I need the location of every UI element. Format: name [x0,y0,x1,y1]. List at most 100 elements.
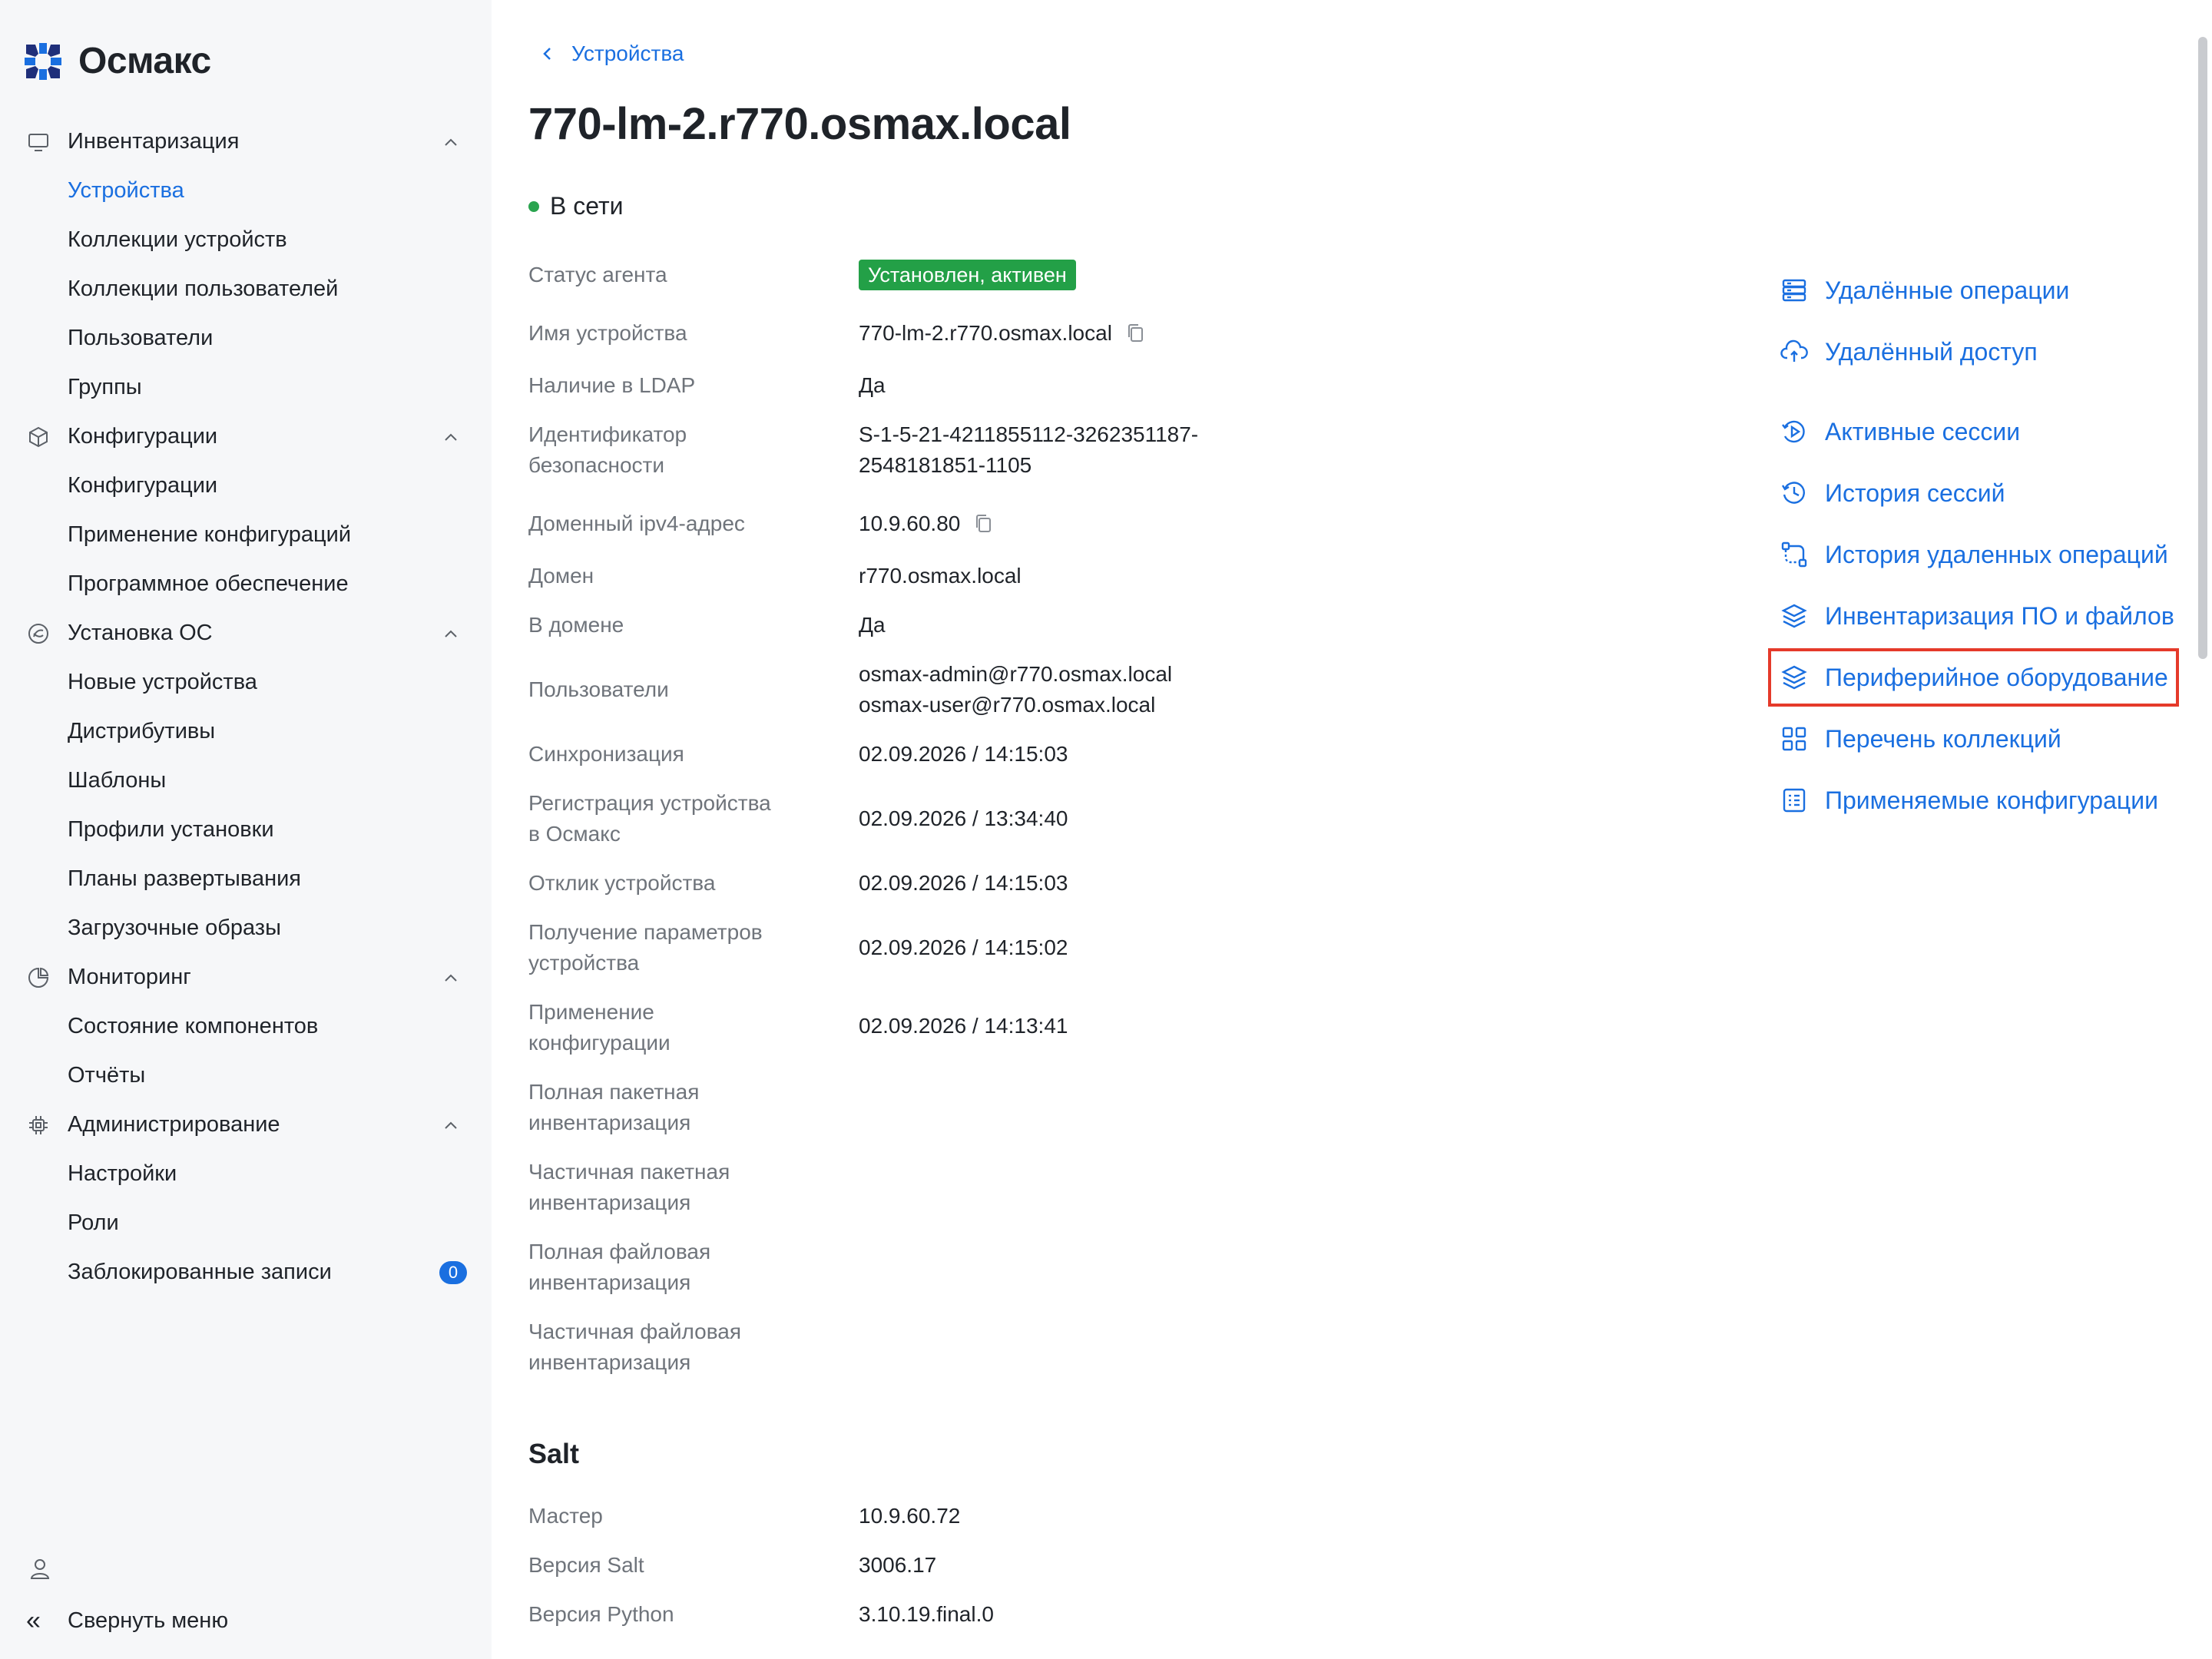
action-label: Перечень коллекций [1825,724,2061,753]
breadcrumb-back-link[interactable]: Устройства [539,41,684,66]
field-label: Наличие в LDAP [528,373,696,397]
field-label-line: Идентификатор [528,422,687,446]
user-profile-icon[interactable] [26,1555,54,1583]
field-value: Установлен, активен [859,260,1396,290]
registration-value: 02.09.2026 / 13:34:40 [859,806,1068,830]
field-label-line: Полная файловая [528,1240,711,1263]
flow-icon [1779,539,1810,570]
copy-icon[interactable] [974,513,994,535]
sidebar-item-groups[interactable]: Группы [0,363,492,412]
action-label: Удалённый доступ [1825,337,2038,366]
action-software-files-inventory[interactable]: Инвентаризация ПО и файлов [1779,598,2174,634]
field-label: Частичная пакетная инвентаризация [528,1157,820,1218]
nav-group-monitoring[interactable]: Мониторинг [0,952,492,1002]
sidebar-item-boot-images[interactable]: Загрузочные образы [0,903,492,952]
action-session-history[interactable]: История сессий [1779,475,2005,512]
sidebar-item-install-profiles[interactable]: Профили установки [0,805,492,854]
field-value: osmax-admin@r770.osmax.local osmax-user@… [859,659,1396,720]
field-label-line: Применение [528,1000,654,1024]
field-label-line: безопасности [528,453,665,477]
sidebar-item-users[interactable]: Пользователи [0,313,492,363]
action-label: Удалённые операции [1825,276,2070,304]
field-label-line: инвентаризация [528,1270,691,1294]
sidebar-nav: Инвентаризация Устройства Коллекции устр… [0,117,492,1296]
nav-group-configurations[interactable]: Конфигурации [0,412,492,461]
sidebar-item-templates[interactable]: Шаблоны [0,756,492,805]
config-list-icon [1779,785,1810,816]
field-label-line: устройства [528,951,640,975]
action-label: История удаленных операций [1825,540,2168,568]
salt-master-value: 10.9.60.72 [859,1504,961,1528]
action-collections-list[interactable]: Перечень коллекций [1779,720,2061,757]
nav-group-administration[interactable]: Администрирование [0,1100,492,1149]
cpu-icon [26,1113,51,1137]
sidebar-item-blocked-records[interactable]: Заблокированные записи 0 [0,1247,492,1296]
field-label: Регистрация устройства в Осмакс [528,788,820,849]
cloud-access-icon [1779,336,1810,367]
action-remote-access[interactable]: Удалённый доступ [1779,333,2038,370]
action-peripheral-equipment[interactable]: Периферийное оборудование [1768,648,2179,707]
field-label: Полная файловая инвентаризация [528,1237,820,1298]
monitor-icon [26,130,51,154]
action-remote-operations[interactable]: Удалённые операции [1779,272,2069,309]
ipv4-value: 10.9.60.80 [859,512,961,535]
app-name: Осмакс [78,41,211,81]
sidebar: Осмакс Инвентаризация Устройства Коллекц… [0,0,492,1659]
sidebar-item-deployment-plans[interactable]: Планы развертывания [0,854,492,903]
action-remote-operations-history[interactable]: История удаленных операций [1779,536,2168,573]
sidebar-item-software[interactable]: Программное обеспечение [0,559,492,608]
sidebar-item-roles[interactable]: Роли [0,1198,492,1247]
page-title: 770-lm-2.r770.osmax.local [528,99,1071,149]
nav-group-label: Администрирование [68,1111,280,1137]
field-label: Полная пакетная инвентаризация [528,1077,820,1138]
apply-config-value: 02.09.2026 / 14:13:41 [859,1014,1068,1038]
action-active-sessions[interactable]: Активные сессии [1779,413,2020,450]
sidebar-item-component-status[interactable]: Состояние компонентов [0,1002,492,1051]
field-label: Статус агента [528,263,667,286]
domain-value: r770.osmax.local [859,564,1022,588]
field-label: Синхронизация [528,742,684,766]
ldap-value: Да [859,373,886,397]
field-label: Применение конфигурации [528,997,820,1058]
sidebar-item-devices[interactable]: Устройства [0,166,492,215]
chevron-up-icon [445,138,457,146]
sidebar-item-configurations[interactable]: Конфигурации [0,461,492,510]
pie-chart-icon [26,965,51,990]
nav-group-inventory[interactable]: Инвентаризация [0,117,492,166]
field-label-line: Получение параметров [528,920,763,944]
field-label: Получение параметров устройства [528,917,820,979]
nav-group-os-install[interactable]: Установка ОС [0,608,492,657]
field-label: Версия Python [528,1602,674,1626]
field-label: Пользователи [528,677,669,701]
copy-icon[interactable] [1126,323,1146,344]
sidebar-item-reports[interactable]: Отчёты [0,1051,492,1100]
action-label: Периферийное оборудование [1825,663,2168,691]
action-label: Применяемые конфигурации [1825,786,2158,814]
field-value: 10.9.60.80 [859,508,1396,539]
collapse-menu-button[interactable]: « Свернуть меню [26,1605,228,1636]
sidebar-item-settings[interactable]: Настройки [0,1149,492,1198]
action-applied-configurations[interactable]: Применяемые конфигурации [1779,782,2158,819]
salt-section-title: Salt [528,1438,580,1469]
field-label: В домене [528,613,624,637]
sidebar-item-apply-configurations[interactable]: Применение конфигураций [0,510,492,559]
sidebar-item-label: Заблокированные записи [68,1259,332,1284]
python-version-value: 3.10.19.final.0 [859,1602,994,1626]
double-chevron-left-icon: « [26,1605,41,1635]
sidebar-item-device-collections[interactable]: Коллекции устройств [0,215,492,264]
salt-version-value: 3006.17 [859,1553,937,1577]
action-label: Активные сессии [1825,417,2021,445]
sidebar-item-distributions[interactable]: Дистрибутивы [0,707,492,756]
play-circle-icon [1779,416,1810,447]
field-label-line: Регистрация устройства [528,791,771,815]
app-logo[interactable]: Осмакс [23,40,211,82]
in-domain-value: Да [859,613,886,637]
chevron-up-icon [445,433,457,441]
nav-group-label: Инвентаризация [68,128,240,154]
sidebar-item-new-devices[interactable]: Новые устройства [0,657,492,707]
blocked-count-badge: 0 [439,1261,467,1284]
page-scrollbar[interactable] [2198,37,2207,659]
collapse-menu-label: Свернуть меню [68,1608,229,1633]
field-label: Мастер [528,1504,603,1528]
sidebar-item-user-collections[interactable]: Коллекции пользователей [0,264,492,313]
